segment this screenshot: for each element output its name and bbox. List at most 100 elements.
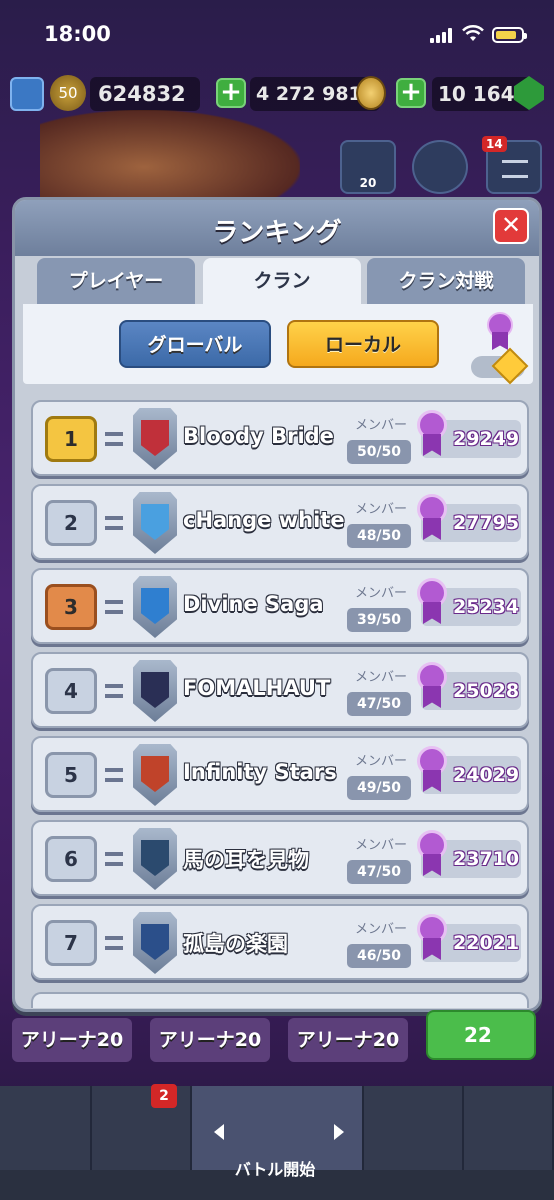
global-button[interactable]: グローバル [119,320,271,368]
add-gems-button[interactable]: + [396,78,426,108]
member-label: メンバー [355,754,408,769]
member-count: 46/50 [347,944,411,968]
tab-clan-war[interactable]: クラン対戦 [367,258,525,304]
clan-trophies: 27795 [453,512,520,534]
nav-shop[interactable] [0,1086,92,1170]
member-label: メンバー [355,502,408,517]
signal-icon [430,28,454,43]
local-button[interactable]: ローカル [287,320,439,368]
trophy-count: 624832 [90,77,200,111]
menu-button[interactable]: 14 [482,136,542,194]
rank-unchanged-icon [105,516,123,530]
cards-badge: 2 [151,1084,177,1108]
menu-badge: 14 [482,136,507,152]
rank-unchanged-icon [105,600,123,614]
clan-button[interactable] [412,140,468,194]
gem-chest-button[interactable]: 22 [426,1010,536,1060]
rank-number: 1 [45,416,97,462]
tab-player[interactable]: プレイヤー [37,258,195,304]
hamburger-icon [502,160,528,178]
member-count: 50/50 [347,440,411,464]
rank-number: 7 [45,920,97,966]
clan-badge-icon [133,744,177,806]
clan-name: 孤島の楽園 [183,932,288,956]
trophy-icon [415,830,447,880]
ranking-panel: ランキング ✕ プレイヤー クラン クラン対戦 グローバル ローカル 1 Bloo… [12,197,542,1012]
rank-number: 4 [45,668,97,714]
clan-badge-icon [133,828,177,890]
rank-number: 3 [45,584,97,630]
clan-row[interactable]: 6 馬の耳を見物 メンバー 47/50 23710 [31,820,529,896]
clan-trophies: 25028 [453,680,520,702]
rank-number: 2 [45,500,97,546]
clan-trophies: 25234 [453,596,520,618]
tab-clan[interactable]: クラン [203,258,361,304]
ranking-tabs: プレイヤー クラン クラン対戦 [33,258,529,304]
nav-events[interactable] [464,1086,554,1170]
nav-cards[interactable] [92,1086,192,1170]
member-label: メンバー [355,418,408,433]
clan-name: cHange white [183,508,345,532]
nav-clan[interactable] [364,1086,464,1170]
member-label: メンバー [355,838,408,853]
region-toggle[interactable] [471,347,529,385]
panel-header: ランキング ✕ [15,200,539,256]
clan-badge-icon [133,912,177,974]
arena-label: アリーナ20 [150,1018,270,1062]
rank-unchanged-icon [105,768,123,782]
member-label: メンバー [355,670,408,685]
trophy-icon [415,494,447,544]
king-level-icon [10,77,44,111]
trophy-icon [415,914,447,964]
clan-name: 馬の耳を見物 [183,848,309,872]
clan-row[interactable]: 7 孤島の楽園 メンバー 46/50 22021 [31,904,529,980]
status-bar: 18:00 [0,0,554,70]
friends-count: 20 [359,176,377,190]
clan-row[interactable]: 3 Divine Saga メンバー 39/50 25234 [31,568,529,644]
clan-trophies: 29249 [453,428,520,450]
clan-row[interactable]: 1 Bloody Bride メンバー 50/50 29249 [31,400,529,476]
rank-unchanged-icon [105,936,123,950]
clan-name: FOMALHAUT [183,676,331,700]
clan-badge-icon [133,492,177,554]
rank-unchanged-icon [105,852,123,866]
arena-label: アリーナ20 [12,1018,132,1062]
rank-unchanged-icon [105,432,123,446]
rank-number: 5 [45,752,97,798]
chevron-right-icon[interactable] [334,1124,344,1140]
panel-title: ランキング [212,218,342,248]
bottom-nav [0,1086,554,1200]
member-count: 49/50 [347,776,411,800]
clan-trophies: 24029 [453,764,520,786]
clan-badge-icon [133,576,177,638]
clan-trophies: 23710 [453,848,520,870]
clan-name: Infinity Stars [183,760,337,784]
rank-unchanged-icon [105,684,123,698]
clan-name: Bloody Bride [183,424,334,448]
close-button[interactable]: ✕ [493,208,529,244]
clan-name: Divine Saga [183,592,324,616]
filter-bar: グローバル ローカル [23,304,533,385]
trophy-icon [415,578,447,628]
member-label: メンバー [355,922,408,937]
member-count: 48/50 [347,524,411,548]
clan-badge-icon [133,660,177,722]
add-gold-button[interactable]: + [216,78,246,108]
level-badge: 50 [50,75,86,111]
clan-row[interactable]: 5 Infinity Stars メンバー 49/50 24029 [31,736,529,812]
wifi-icon [462,25,484,41]
arena-label: アリーナ20 [288,1018,408,1062]
clan-row[interactable]: 2 cHange white メンバー 48/50 27795 [31,484,529,560]
trophy-icon [415,662,447,712]
top-buttons: 20 14 [0,136,554,200]
battle-label: バトル開始 [234,1160,316,1179]
battery-icon [492,27,527,43]
clan-badge-icon [133,408,177,470]
clan-row[interactable]: 4 FOMALHAUT メンバー 47/50 25028 [31,652,529,728]
member-count: 39/50 [347,608,411,632]
gold-coin-icon [356,76,386,110]
member-count: 47/50 [347,860,411,884]
chevron-left-icon[interactable] [214,1124,224,1140]
trophy-icon [415,746,447,796]
friends-button[interactable]: 20 [340,140,396,194]
